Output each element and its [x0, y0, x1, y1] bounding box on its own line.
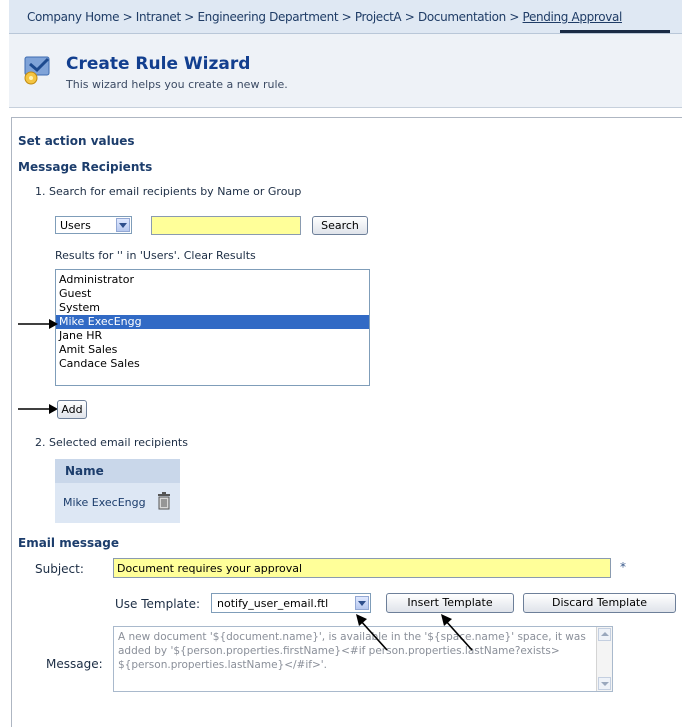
breadcrumb-separator: >: [180, 10, 198, 24]
breadcrumb-item-projecta[interactable]: ProjectA: [355, 10, 402, 24]
breadcrumb-item-engineering-department[interactable]: Engineering Department: [197, 10, 338, 24]
table-header-name: Name: [65, 464, 104, 478]
template-select[interactable]: notify_user_email.ftl: [211, 593, 371, 613]
arrow-up-icon: [356, 614, 388, 651]
wizard-title: Create Rule Wizard: [66, 54, 251, 74]
results-label: Results for '' in 'Users'. Clear Results: [55, 249, 256, 262]
breadcrumb-trail: Company Home > Intranet > Engineering De…: [27, 10, 622, 24]
results-item[interactable]: System: [56, 301, 369, 315]
recipient-name: Mike ExecEngg: [63, 496, 146, 509]
recipient-type-value: Users: [60, 219, 91, 232]
trash-icon[interactable]: [157, 492, 171, 510]
chevron-down-icon[interactable]: [116, 218, 130, 232]
template-value: notify_user_email.ftl: [217, 597, 329, 610]
step-1-label: 1. Search for email recipients by Name o…: [35, 185, 302, 198]
wizard-description: This wizard helps you create a new rule.: [66, 78, 288, 91]
search-input[interactable]: [151, 216, 301, 235]
arrow-right-icon: [18, 319, 58, 329]
results-item[interactable]: Guest: [56, 287, 369, 301]
breadcrumb: Company Home > Intranet > Engineering De…: [9, 0, 682, 34]
breadcrumb-separator: >: [338, 10, 355, 24]
results-item[interactable]: Candace Sales: [56, 357, 369, 371]
table-header-row: Name: [55, 459, 180, 483]
required-indicator: *: [620, 560, 626, 574]
wizard-header: Create Rule Wizard This wizard helps you…: [9, 34, 682, 108]
recipients-heading: Message Recipients: [18, 160, 153, 174]
discard-template-button[interactable]: Discard Template: [523, 593, 676, 613]
message-scrollbar[interactable]: [596, 627, 612, 691]
insert-template-button[interactable]: Insert Template: [386, 593, 514, 613]
breadcrumb-item-intranet[interactable]: Intranet: [136, 10, 181, 24]
email-message-heading: Email message: [18, 536, 119, 550]
add-button[interactable]: Add: [57, 400, 87, 419]
search-button[interactable]: Search: [312, 216, 368, 235]
table-row: Mike ExecEngg: [55, 483, 180, 523]
results-item-selected[interactable]: Mike ExecEngg: [56, 315, 369, 329]
breadcrumb-item-documentation[interactable]: Documentation: [418, 10, 506, 24]
selected-recipients-table: Name Mike ExecEngg: [55, 459, 180, 523]
breadcrumb-item-pending-approval[interactable]: Pending Approval: [523, 10, 623, 24]
breadcrumb-separator: >: [119, 10, 136, 24]
step-2-label: 2. Selected email recipients: [35, 436, 188, 449]
chevron-down-icon[interactable]: [355, 596, 369, 610]
subject-input[interactable]: [113, 558, 611, 578]
breadcrumb-item-company-home[interactable]: Company Home: [27, 10, 119, 24]
results-item[interactable]: Administrator: [56, 273, 369, 287]
current-space-underline: [560, 30, 670, 33]
rule-wizard-icon: [24, 56, 50, 85]
results-item[interactable]: Amit Sales: [56, 343, 369, 357]
arrow-up-icon: [441, 614, 473, 651]
scroll-up-icon[interactable]: [598, 628, 611, 641]
template-label: Use Template:: [115, 597, 201, 611]
section-heading: Set action values: [18, 134, 135, 148]
breadcrumb-separator: >: [401, 10, 418, 24]
results-item[interactable]: Jane HR: [56, 329, 369, 343]
message-label: Message:: [46, 657, 103, 671]
arrow-right-icon: [18, 404, 58, 414]
scroll-down-icon[interactable]: [598, 677, 611, 690]
recipient-type-select[interactable]: Users: [55, 216, 132, 234]
breadcrumb-separator: >: [505, 10, 523, 24]
results-list[interactable]: Administrator Guest System Mike ExecEngg…: [55, 269, 370, 386]
subject-label: Subject:: [35, 562, 84, 576]
